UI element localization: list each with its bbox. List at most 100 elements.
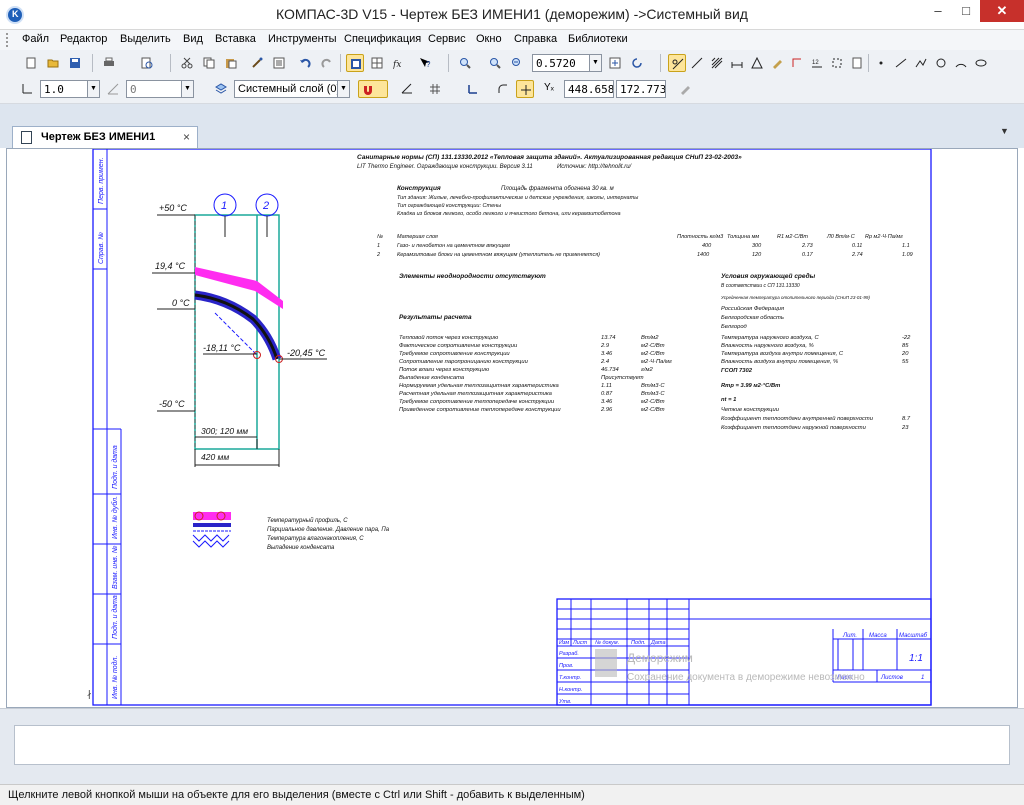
pan-button[interactable] [628,54,646,72]
zoom-scale-dropdown[interactable]: ▼ [590,54,602,72]
grid-icon [371,57,383,69]
angle-dropdown[interactable]: ▼ [182,80,194,98]
properties-panel-button[interactable] [676,80,694,98]
save-button[interactable] [66,54,84,72]
circle-button[interactable] [932,54,950,72]
stamp-label: Т.контр. [559,675,581,681]
stamp-label: Пров. [559,663,574,669]
line-button[interactable] [892,54,910,72]
menu-file[interactable]: Файл [22,33,49,45]
menu-insert[interactable]: Вставка [215,33,256,45]
angle-field[interactable]: 0 [126,80,182,98]
copy-button[interactable] [200,54,218,72]
snap-point-button[interactable] [688,54,706,72]
layer-dropdown[interactable]: ▼ [338,80,350,98]
angle-button[interactable] [104,80,122,98]
coords-button[interactable] [464,80,482,98]
menu-editor[interactable]: Редактор [60,33,107,45]
menu-help[interactable]: Справка [514,33,557,45]
result-label: Расчетная удельная теплозащитная характе… [399,391,553,397]
cursor-snap-button[interactable] [516,80,534,98]
coord-x-field[interactable]: 448.658 [564,80,614,98]
current-state-toolbar: 1.0 ▼ 0 ▼ Системный слой (0) ▼ Yₓ 448.65… [0,76,1024,104]
designation-button[interactable] [748,54,766,72]
crosshair-icon [521,85,531,95]
side-label-2: Справ. № [98,232,105,264]
result-label: Требуемое сопротивление теплопередаче ко… [399,399,555,405]
hatch-button[interactable] [708,54,726,72]
measure-button[interactable]: 12 [808,54,826,72]
text-button[interactable] [270,54,288,72]
print-button[interactable] [100,54,118,72]
zoom-window-button[interactable] [456,54,474,72]
round-button[interactable] [494,80,512,98]
parametrization-button[interactable] [788,54,806,72]
menu-service[interactable]: Сервис [428,33,466,45]
local-cs-button[interactable] [18,80,36,98]
tab-close-icon[interactable]: × [183,130,190,144]
help-button[interactable]: ? [416,54,434,72]
maximize-button[interactable]: □ [952,0,980,22]
edit-button[interactable] [768,54,786,72]
table-cell: 0.11 [852,243,862,249]
legend-condensation-marks [192,534,230,542]
tab-drawing[interactable]: Чертеж БЕЗ ИМЕНИ1 × [12,126,198,148]
variables-button[interactable] [368,54,386,72]
new-file-button[interactable] [22,54,40,72]
menu-specification[interactable]: Спецификация [344,33,421,45]
stamp-scale: Масштаб [899,633,928,639]
temp-minus18: -18,11 °С [203,343,241,353]
menu-window[interactable]: Окно [476,33,502,45]
menu-tools[interactable]: Инструменты [268,33,337,45]
result-label: Выпадение конденсата [399,375,465,381]
side-label-4: Инв. № дубл. [111,496,119,539]
select-button[interactable] [828,54,846,72]
cursor-coords-icon [468,85,477,94]
drawing-canvas[interactable]: Перв. примен. Справ. № Подп. и дата Инв.… [6,148,1018,708]
grid-button[interactable] [426,80,444,98]
layers-button[interactable] [212,80,230,98]
layer-field[interactable]: Системный слой (0) [234,80,338,98]
env-value: 85 [902,343,909,349]
tab-list-arrow[interactable]: ▼ [1000,126,1009,136]
polyline-button[interactable] [912,54,930,72]
ellipse-button[interactable] [972,54,990,72]
menu-view[interactable]: Вид [183,33,203,45]
line-width-field[interactable]: 1.0 [40,80,88,98]
env-line: Усредненная температура отопительного пе… [721,295,870,300]
arc-button[interactable] [952,54,970,72]
paste-button[interactable] [222,54,240,72]
preview-button[interactable] [138,54,156,72]
point-button[interactable] [872,54,890,72]
zoom-scale-field[interactable]: 0.5720 [532,54,590,72]
result-unit: Вт/м3·С [641,391,665,397]
stamp-scale-value: 1:1 [909,653,923,664]
coord-y-field[interactable]: 172.773 [616,80,666,98]
redo-button[interactable] [318,54,336,72]
properties-button[interactable] [248,54,266,72]
menu-select[interactable]: Выделить [120,33,171,45]
refresh-view-button[interactable] [606,54,624,72]
open-button[interactable] [44,54,62,72]
undo-button[interactable] [296,54,314,72]
ortho-button[interactable] [398,80,416,98]
line-width-dropdown[interactable]: ▼ [88,80,100,98]
fx-button[interactable]: fx [390,54,408,72]
drawing-sheet[interactable]: Перв. примен. Справ. № Подп. и дата Инв.… [7,149,1017,707]
tree-button[interactable] [346,54,364,72]
menu-libraries[interactable]: Библиотеки [568,33,628,45]
close-button[interactable]: ✕ [980,0,1024,22]
report-button[interactable] [848,54,866,72]
env-heading: Условия окружающей среды [721,272,816,280]
minimize-button[interactable]: – [924,0,952,22]
geometry-button[interactable] [668,54,686,72]
toolbar-grip[interactable] [6,33,9,47]
snaps-button[interactable] [358,80,388,98]
dimension-button[interactable] [728,54,746,72]
cut-button[interactable] [178,54,196,72]
zoom-scale-button[interactable] [508,54,526,72]
text-block-icon [273,57,285,69]
table-cell: 2 [376,252,380,258]
zoom-button[interactable] [486,54,504,72]
command-input-area[interactable] [14,725,1010,765]
